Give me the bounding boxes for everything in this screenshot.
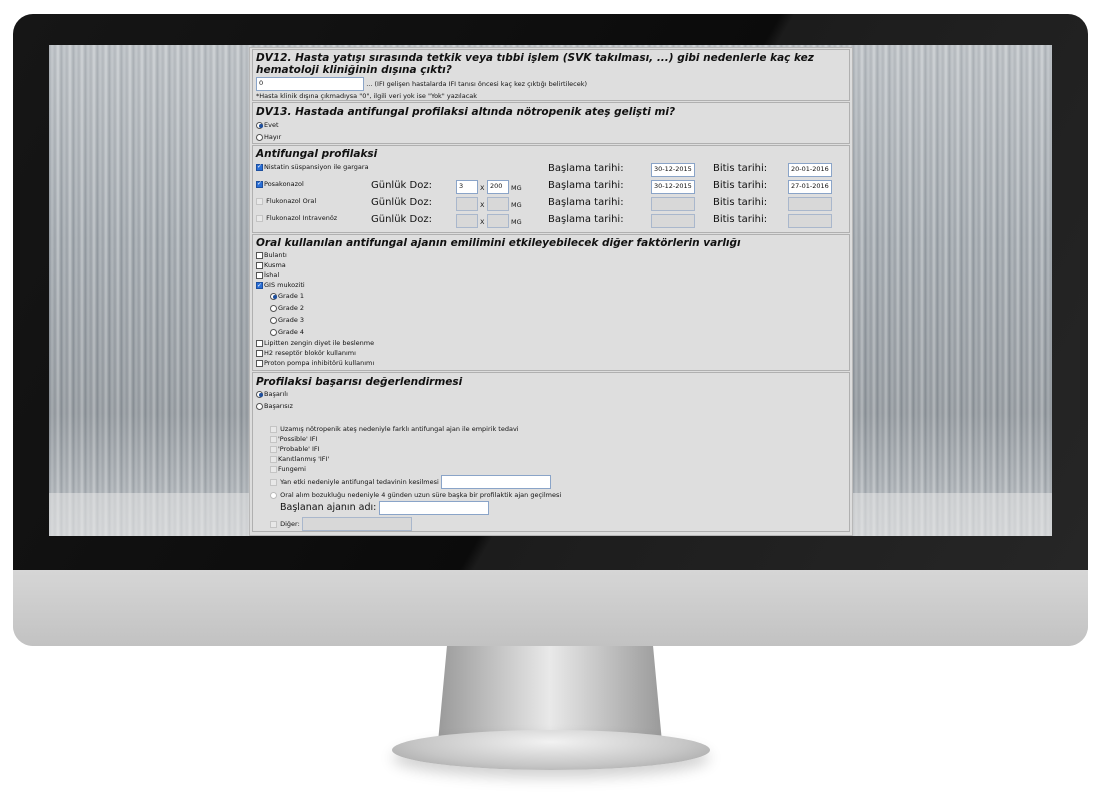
posakonazol-start-input[interactable]: 30-12-2015 [651, 180, 695, 194]
nistatin-start-input[interactable]: 30-12-2015 [651, 163, 695, 177]
checkbox-uzamis[interactable] [270, 425, 277, 433]
grade-3[interactable]: Grade 3 [270, 314, 846, 326]
flukonazol-oral-dose2-input[interactable] [487, 197, 509, 211]
section-oral-factors: Oral kullanılan antifungal ajanın emilim… [252, 234, 850, 371]
monitor-stand-base [392, 730, 710, 770]
flukonazol-iv-start-input[interactable] [651, 214, 695, 228]
oral-item-lipit[interactable]: Lipitten zengin diyet ile beslenme [256, 338, 846, 348]
posakonazol-end-input[interactable]: 27-01-2016 [788, 180, 832, 194]
section-dv13: DV13. Hastada antifungal profilaksi altı… [252, 102, 850, 144]
oral-item-kusma[interactable]: Kusma [256, 260, 846, 270]
checkbox-fungemi[interactable] [270, 465, 277, 473]
radio-grade-3[interactable] [270, 316, 277, 324]
checkbox-diger[interactable] [270, 520, 277, 528]
oral-item-ishal[interactable]: İshal [256, 270, 846, 280]
grade-4[interactable]: Grade 4 [270, 326, 846, 338]
antifungal-row-flukonazol-iv: Flukonazol Intravenöz Günlük Doz: X MG B… [256, 213, 846, 230]
checkbox-nistatin[interactable] [256, 163, 263, 171]
radio-grade-4[interactable] [270, 328, 277, 336]
dv12-note: *Hasta klinik dışına çıkmadıysa "0", ilg… [256, 92, 478, 100]
dv12-hint: ... (IFI gelişen hastalarda IFI tanısı ö… [366, 80, 588, 88]
oral-item-h2[interactable]: H2 reseptör blokör kullanımı [256, 348, 846, 358]
dv12-question: DV12. Hasta yatışı sırasında tetkik veya… [256, 52, 814, 76]
antifungal-row-nistatin: Nistatin süspansiyon ile gargara Başlama… [256, 162, 846, 179]
end-label: Bitis tarihi: [713, 163, 768, 174]
posakonazol-dose1-input[interactable]: 3 [456, 180, 478, 194]
checkbox-gis-mukoziti[interactable] [256, 281, 263, 291]
dv12-count-input[interactable]: 0 [256, 77, 364, 91]
posakonazol-dose2-input[interactable]: 200 [487, 180, 509, 194]
reason-kanitlanmis[interactable]: Kanıtlanmış 'IFI' [270, 454, 846, 464]
radio-basarisiz[interactable] [256, 402, 263, 410]
oral-item-gis-mukoziti[interactable]: GIS mukoziti [256, 280, 846, 291]
radio-grade-1[interactable] [270, 292, 277, 300]
start-label: Başlama tarihi: [548, 163, 624, 174]
checkbox-flukonazol-oral[interactable] [256, 197, 263, 205]
form-page: DV12. Hasta yatışı sırasında tetkik veya… [249, 47, 853, 536]
nistatin-end-input[interactable]: 20-01-2016 [788, 163, 832, 177]
oral-title: Oral kullanılan antifungal ajanın emilim… [256, 237, 741, 249]
antifungal-row-flukonazol-oral: Flukonazol Oral Günlük Doz: X MG Başlama… [256, 196, 846, 213]
checkbox-bulanti[interactable] [256, 251, 263, 259]
grade-2[interactable]: Grade 2 [270, 302, 846, 314]
monitor-chin [13, 570, 1088, 646]
checkbox-yan-etki[interactable] [270, 478, 277, 486]
checkbox-flukonazol-iv[interactable] [256, 214, 263, 222]
checkbox-probable[interactable] [270, 445, 277, 453]
dose-label: Günlük Doz: [371, 180, 432, 191]
reason-possible[interactable]: 'Possible' IFI [270, 434, 846, 444]
flukonazol-oral-start-input[interactable] [651, 197, 695, 211]
reason-fungemi[interactable]: Fungemi [270, 464, 846, 474]
radio-grade-2[interactable] [270, 304, 277, 312]
antifungal-title: Antifungal profilaksi [256, 148, 378, 160]
flukonazol-oral-end-input[interactable] [788, 197, 832, 211]
flukonazol-iv-end-input[interactable] [788, 214, 832, 228]
success-option-basarili[interactable]: Başarılı [256, 388, 846, 400]
section-antifungal: Antifungal profilaksi Nistatin süspansiy… [252, 145, 850, 233]
flukonazol-iv-dose1-input[interactable] [456, 214, 478, 228]
reason-yan-etki[interactable]: Yan etki nedeniyle antifungal tedavinin … [270, 474, 846, 490]
reason-diger[interactable]: Diğer: [270, 516, 846, 532]
radio-hayir[interactable] [256, 133, 263, 141]
radio-oral-alim[interactable] [270, 491, 277, 499]
checkbox-kanitlanmis[interactable] [270, 455, 277, 463]
monitor-stand-neck [438, 646, 662, 742]
radio-basarili[interactable] [256, 390, 263, 398]
oral-item-bulanti[interactable]: Bulantı [256, 250, 846, 260]
antifungal-row-posakonazol: Posakonazol Günlük Doz: 3 X 200 MG Başla… [256, 179, 846, 196]
checkbox-possible[interactable] [270, 435, 277, 443]
checkbox-ishal[interactable] [256, 271, 263, 279]
reason-oral-alim[interactable]: Oral alım bozukluğu nedeniyle 4 günden u… [270, 490, 846, 500]
agent-name-input[interactable] [378, 501, 489, 515]
yan-etki-input[interactable] [440, 475, 551, 489]
checkbox-lipit[interactable] [256, 339, 263, 347]
radio-evet[interactable] [256, 121, 263, 129]
reason-probable[interactable]: 'Probable' IFI [270, 444, 846, 454]
checkbox-h2[interactable] [256, 349, 263, 357]
diger-input[interactable] [301, 517, 412, 531]
section-dv12: DV12. Hasta yatışı sırasında tetkik veya… [252, 49, 850, 101]
monitor-screen: DV12. Hasta yatışı sırasında tetkik veya… [49, 45, 1052, 536]
oral-item-ppi[interactable]: Proton pompa inhibitörü kullanımı [256, 358, 846, 368]
section-success: Profilaksi başarısı değerlendirmesi Başa… [252, 372, 850, 532]
agent-row: Başlanan ajanın adı: [270, 500, 846, 516]
flukonazol-iv-dose2-input[interactable] [487, 214, 509, 228]
dv13-option-hayir[interactable]: Hayır [256, 132, 846, 142]
reason-uzamis[interactable]: Uzamış nötropenik ateş nedeniyle farklı … [270, 424, 846, 434]
checkbox-posakonazol[interactable] [256, 180, 263, 188]
grade-1[interactable]: Grade 1 [270, 290, 846, 302]
checkbox-ppi[interactable] [256, 359, 263, 367]
agent-label: Başlanan ajanın adı: [280, 502, 377, 513]
dv13-option-evet[interactable]: Evet [256, 120, 846, 130]
checkbox-kusma[interactable] [256, 261, 263, 269]
success-title: Profilaksi başarısı değerlendirmesi [256, 376, 463, 388]
dv13-question: DV13. Hastada antifungal profilaksi altı… [256, 106, 676, 118]
flukonazol-oral-dose1-input[interactable] [456, 197, 478, 211]
success-option-basarisiz[interactable]: Başarısız [256, 400, 846, 412]
